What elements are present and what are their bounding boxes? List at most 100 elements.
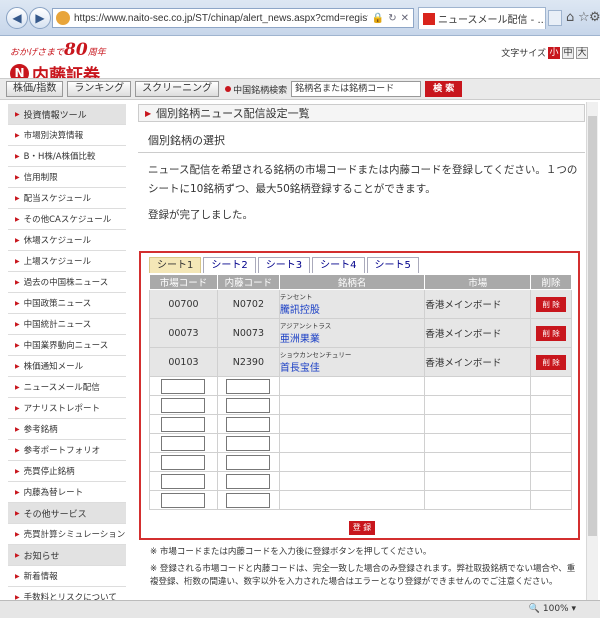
delete-button[interactable]: 削 除 [536, 354, 566, 370]
sidebar-item-label: 参考銘柄 [23, 425, 58, 435]
naito-code-input[interactable] [226, 473, 271, 489]
empty-cell [424, 395, 532, 415]
sidebar-item[interactable]: ▶ 新着情報 [8, 566, 126, 587]
tab-sheet-1[interactable]: シート1 [149, 257, 202, 273]
market-code-input[interactable] [161, 473, 206, 489]
completion-message: 登録が完了しました。 [148, 209, 253, 221]
new-tab-button[interactable] [548, 10, 562, 26]
empty-cell [278, 433, 426, 453]
tab-sheet-3[interactable]: シート3 [257, 257, 311, 273]
market-code-input-cell [149, 433, 218, 453]
font-size-large[interactable]: 大 [576, 46, 588, 59]
stock-name-link[interactable]: 首長宝佳 [280, 363, 320, 374]
empty-cell [424, 490, 532, 510]
lock-icon[interactable]: 🔒 [372, 13, 384, 24]
empty-cell [530, 395, 572, 415]
sidebar-item[interactable]: ▶ B・H株/A株価比較 [8, 146, 126, 167]
market-code-input[interactable] [161, 454, 206, 470]
naito-code-input[interactable] [226, 397, 271, 413]
naito-code-input[interactable] [226, 492, 271, 508]
empty-cell [278, 395, 426, 415]
sidebar-item[interactable]: ▶ 中国政策ニュース [8, 293, 126, 314]
forward-icon[interactable]: ▶ [29, 7, 51, 29]
back-icon[interactable]: ◀ [6, 7, 28, 29]
sidebar-item[interactable]: ▶ 中国業界動向ニュース [8, 335, 126, 356]
section-title: 個別銘柄の選択 [138, 132, 585, 153]
sidebar-item[interactable]: ▶ ニュースメール配信 [8, 377, 126, 398]
sidebar-item[interactable]: ▶ 休場スケジュール [8, 230, 126, 251]
chevron-right-icon: ▶ [15, 131, 20, 139]
market-code-input[interactable] [161, 435, 206, 451]
star-icon[interactable]: ☆ [578, 10, 590, 25]
naito-code-input[interactable] [226, 454, 271, 470]
address-bar[interactable]: https://www.naito-sec.co.jp/ST/chinap/al… [52, 8, 414, 28]
bullet-icon [225, 86, 232, 92]
sidebar-item[interactable]: ▶ 配当スケジュール [8, 188, 126, 209]
sidebar-item[interactable]: ▶ 株価通知メール [8, 356, 126, 377]
sidebar-item[interactable]: ▶ 内藤為替レート [8, 482, 126, 503]
stock-name-link[interactable]: 亜洲果業 [280, 334, 320, 345]
notes: ※ 市場コードまたは内藤コードを入力後に登録ボタンを押してください。 ※ 登録され… [150, 546, 580, 593]
market-code-input[interactable] [161, 416, 206, 432]
address-tools: 🔒 ↻ ✕ [368, 13, 413, 24]
column-header: 削除 [530, 274, 572, 290]
market-code-input[interactable] [161, 397, 206, 413]
sidebar-item[interactable]: ▶ その他CAスケジュール [8, 209, 126, 230]
sidebar-item[interactable]: ▶ アナリストレポート [8, 398, 126, 419]
stock-name-link[interactable]: 騰訊控股 [280, 305, 320, 316]
register-button[interactable]: 登 録 [349, 521, 375, 535]
naito-code-input-cell [216, 414, 280, 434]
zoom-level[interactable]: 🔍 100% ▾ [529, 604, 576, 614]
search-button[interactable]: 検 索 [425, 81, 463, 97]
empty-row [149, 376, 572, 396]
stock-name-cell: ショウカンセンチュリー 首長宝佳 [278, 347, 426, 377]
refresh-icon[interactable]: ↻ [388, 13, 396, 24]
empty-cell [530, 433, 572, 453]
sidebar-item[interactable]: ▶ 参考ポートフォリオ [8, 440, 126, 461]
close-icon[interactable]: ✕ [401, 13, 409, 24]
note-text: ※ 登録される市場コードと内藤コードは、完全一致した場合のみ登録されます。弊社取… [150, 564, 576, 587]
scroll-thumb[interactable] [588, 116, 597, 536]
stock-kana: アジアンシトラス [279, 321, 332, 330]
sidebar-item[interactable]: ▶ 過去の中国株ニュース [8, 272, 126, 293]
stock-search-input[interactable]: 銘柄名または銘柄コード [291, 81, 422, 97]
empty-cell [278, 471, 426, 491]
sidebar-item[interactable]: ▶ 売買計算シミュレーション [8, 524, 126, 545]
font-size-medium[interactable]: 中 [562, 46, 574, 59]
market-code-input[interactable] [161, 378, 206, 394]
market-code-input[interactable] [161, 492, 206, 508]
gear-icon[interactable]: ⚙ [589, 10, 600, 25]
chevron-right-icon: ▶ [15, 110, 20, 118]
stock-index-button[interactable]: 株価/指数 [6, 81, 64, 97]
sidebar-item[interactable]: ▶ 売買停止銘柄 [8, 461, 126, 482]
empty-cell [424, 471, 532, 491]
sidebar-item-label: 信用制限 [23, 173, 58, 183]
sidebar-item-label: その他CAスケジュール [23, 215, 112, 225]
delete-button[interactable]: 削 除 [536, 325, 566, 341]
home-icon[interactable]: ⌂ [566, 10, 574, 25]
sidebar-item[interactable]: ▶ 上場スケジュール [8, 251, 126, 272]
naito-code-input[interactable] [226, 435, 271, 451]
sidebar-item[interactable]: ▶ 中国統計ニュース [8, 314, 126, 335]
zoom-value[interactable]: 100% [543, 604, 569, 614]
naito-code-input[interactable] [226, 416, 271, 432]
sidebar-item[interactable]: ▶ 参考銘柄 [8, 419, 126, 440]
tagline-pre: おかげさまで [10, 48, 65, 58]
vertical-scrollbar[interactable] [586, 102, 598, 600]
address-url[interactable]: https://www.naito-sec.co.jp/ST/chinap/al… [74, 13, 368, 24]
tab-sheet-4[interactable]: シート4 [312, 257, 365, 273]
tab-sheet-5[interactable]: シート5 [366, 257, 419, 273]
font-size-small[interactable]: 小 [548, 46, 560, 59]
naito-code-input[interactable] [226, 378, 271, 394]
screening-button[interactable]: スクリーニング [135, 81, 220, 97]
main-content: ▶ 個別銘柄ニュース配信設定一覧 個別銘柄の選択 ニュース配信を希望される銘柄の市… [138, 104, 585, 222]
stock-name-cell: テンセント 騰訊控股 [278, 289, 426, 319]
delete-button[interactable]: 削 除 [536, 296, 566, 312]
sidebar-item[interactable]: ▶ 市場別決算情報 [8, 125, 126, 146]
ranking-button[interactable]: ランキング [67, 81, 132, 97]
column-header: 市場 [424, 274, 532, 290]
tab-sheet-2[interactable]: シート2 [203, 257, 256, 273]
empty-cell [530, 490, 572, 510]
sidebar-item[interactable]: ▶ 信用制限 [8, 167, 126, 188]
browser-tab[interactable]: ニュースメール配信 - ... [418, 7, 546, 29]
